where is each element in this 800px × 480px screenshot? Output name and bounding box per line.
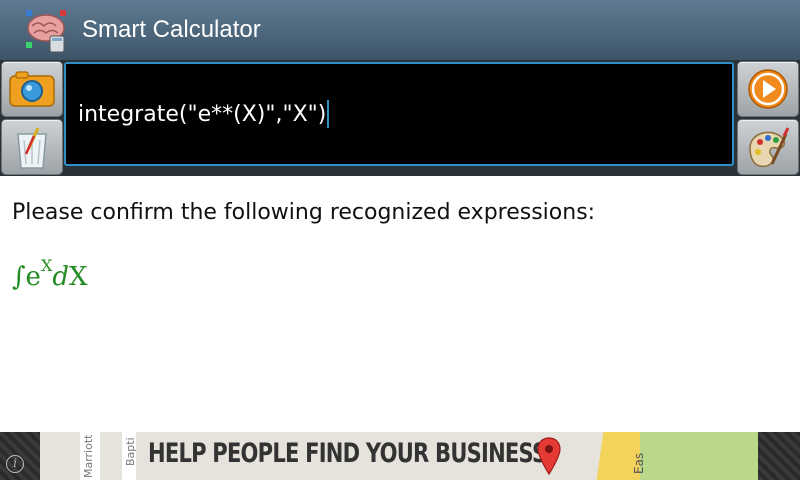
text-cursor (327, 100, 330, 128)
clear-button[interactable] (2, 120, 62, 174)
camera-button[interactable] (2, 62, 62, 116)
ad-map-label: Eas (632, 452, 646, 474)
run-button[interactable] (738, 62, 798, 116)
ad-map-label: Marriott (82, 434, 95, 479)
recognized-expression[interactable]: ∫eXdX (12, 256, 88, 292)
ad-info-icon[interactable]: i (6, 455, 24, 473)
ad-map-park (640, 432, 758, 480)
expression-variable: X (68, 262, 88, 292)
expression-input-text: integrate("e**(X)","X") (78, 101, 327, 127)
palette-icon (749, 127, 790, 168)
expression-differential: d (52, 262, 69, 292)
play-icon (748, 69, 788, 109)
title-bar: Smart Calculator (0, 0, 800, 60)
brain-calculator-icon (26, 10, 66, 53)
expression-exponent: X (40, 256, 53, 275)
app-title: Smart Calculator (82, 16, 261, 43)
integral-sign: ∫ (12, 262, 26, 292)
expression-base: e (25, 262, 41, 292)
ad-headline: HELP PEOPLE FIND YOUR BUSINESS (148, 438, 547, 469)
expression-input[interactable]: integrate("e**(X)","X") (64, 62, 734, 166)
camera-icon (9, 71, 55, 107)
confirmation-prompt: Please confirm the following recognized … (12, 200, 596, 225)
map-pin-icon (537, 437, 561, 476)
trash-icon (17, 127, 47, 169)
ad-map-label: Bapti (124, 437, 137, 466)
paint-button[interactable] (738, 120, 798, 174)
ad-banner[interactable]: Marriott Bapti Eas HELP PEOPLE FIND YOUR… (40, 432, 758, 480)
